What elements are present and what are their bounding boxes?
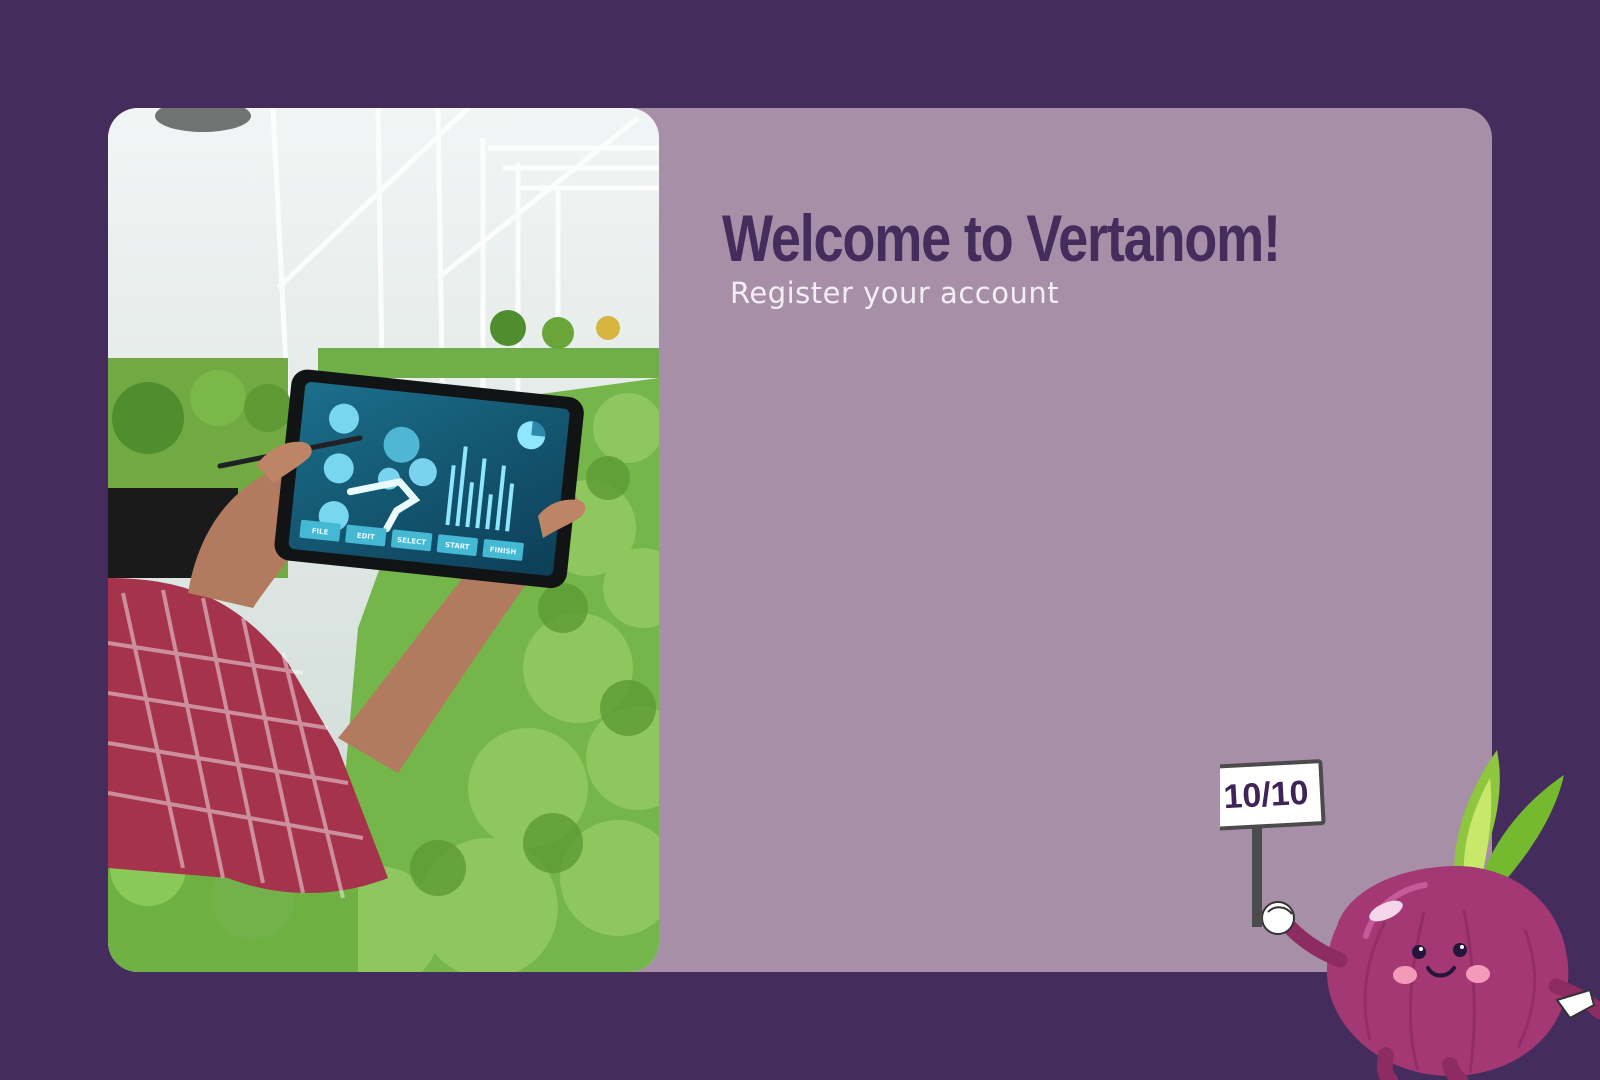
- greenhouse-tablet-photo: FILE EDIT SELECT START FINISH: [108, 108, 659, 972]
- greenhouse-tablet-illustration: FILE EDIT SELECT START FINISH: [108, 108, 659, 972]
- rating-sign-text: 10/10: [1223, 774, 1310, 816]
- onion-mascot-illustration: 10/10: [1220, 750, 1600, 1080]
- tablet-device: FILE EDIT SELECT START FINISH: [274, 369, 584, 589]
- onion-mascot: 10/10: [1220, 740, 1600, 1080]
- page-subtitle: Register your account: [730, 276, 1060, 310]
- sign-stick: [1252, 822, 1262, 927]
- registration-page: FILE EDIT SELECT START FINISH Welcome to…: [0, 0, 1600, 1080]
- page-title: Welcome to Vertanom!: [722, 201, 1281, 275]
